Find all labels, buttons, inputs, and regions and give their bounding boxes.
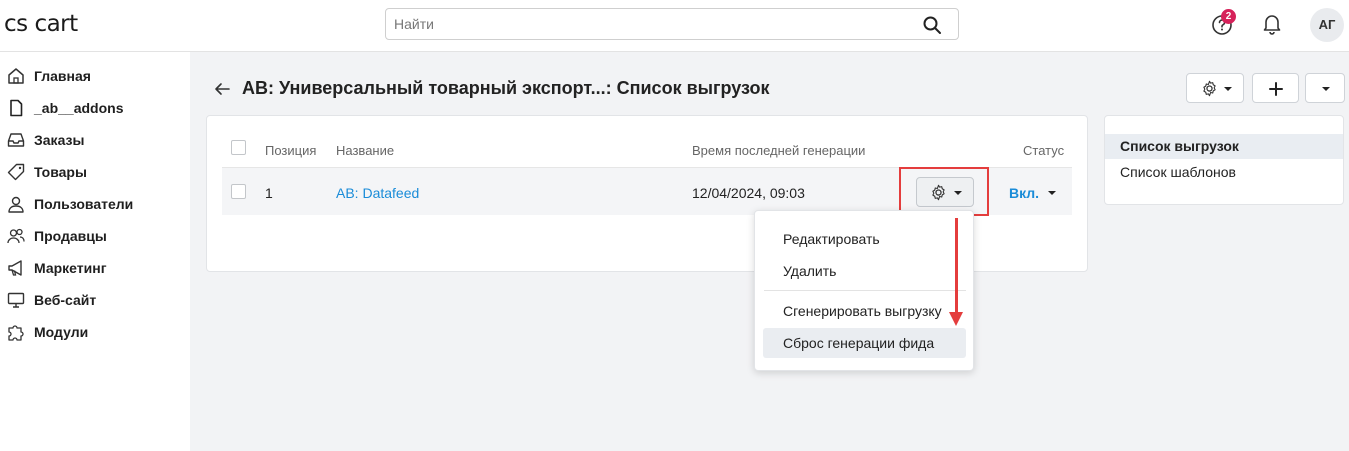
sidebar-item-label: Пользователи — [34, 196, 134, 212]
sidebar-item-website[interactable]: Веб-сайт — [0, 284, 190, 316]
sidebar-item-modules[interactable]: Модули — [0, 316, 190, 348]
megaphone-icon — [8, 260, 22, 276]
home-icon — [8, 68, 24, 84]
annotation-arrow-line — [955, 218, 958, 314]
gear-icon — [932, 184, 945, 201]
column-header-status[interactable]: Статус — [1023, 143, 1064, 158]
sidebar-item-label: Веб-сайт — [34, 292, 97, 308]
sidebar-item-users[interactable]: Пользователи — [0, 188, 190, 220]
status-caret-down-icon[interactable] — [1048, 191, 1056, 195]
sidebar-item-label: _ab__addons — [34, 100, 124, 116]
sidebar-item-label: Главная — [34, 68, 91, 84]
page-title: АВ: Универсальный товарный экспорт...: С… — [242, 78, 770, 98]
sidebar-item-vendors[interactable]: Продавцы — [0, 220, 190, 252]
row-checkbox[interactable] — [231, 184, 246, 199]
menu-item-delete[interactable]: Удалить — [783, 263, 836, 279]
monitor-icon — [7, 292, 25, 308]
row-name-link[interactable]: АВ: Datafeed — [336, 185, 419, 201]
caret-down-icon — [1322, 87, 1330, 91]
logo[interactable]: cs cart — [4, 11, 78, 37]
row-position: 1 — [265, 185, 273, 201]
top-bar: cs cart 2 АГ — [0, 0, 1349, 52]
plus-icon — [1269, 82, 1283, 96]
column-header-name[interactable]: Название — [336, 143, 394, 158]
more-dropdown-button[interactable] — [1305, 73, 1345, 103]
users-icon — [7, 228, 25, 244]
menu-divider — [764, 290, 966, 291]
search-input[interactable] — [386, 9, 906, 39]
select-all-checkbox[interactable] — [231, 140, 246, 155]
side-menu-item-exports[interactable]: Список выгрузок — [1120, 138, 1239, 154]
notification-count-badge: 2 — [1221, 9, 1236, 24]
sidebar-item-label: Продавцы — [34, 228, 107, 244]
side-menu-card — [1104, 115, 1344, 205]
menu-item-reset-feed-generation[interactable]: Сброс генерации фида — [783, 335, 934, 351]
tag-icon — [7, 163, 25, 181]
settings-menu-button[interactable] — [1186, 73, 1244, 103]
caret-down-icon — [1224, 87, 1232, 91]
sidebar-item-orders[interactable]: Заказы — [0, 124, 190, 156]
menu-item-edit[interactable]: Редактировать — [783, 231, 880, 247]
menu-item-generate-export[interactable]: Сгенерировать выгрузку — [783, 303, 942, 319]
sidebar-item-marketing[interactable]: Маркетинг — [0, 252, 190, 284]
sidebar-item-addons[interactable]: _ab__addons — [0, 92, 190, 124]
column-header-last-generation[interactable]: Время последней генерации — [692, 143, 865, 158]
sidebar-item-products[interactable]: Товары — [0, 156, 190, 188]
status-toggle[interactable]: Вкл. — [1009, 185, 1039, 201]
avatar[interactable]: АГ — [1310, 8, 1344, 42]
inbox-icon — [7, 133, 25, 147]
puzzle-icon — [8, 325, 24, 341]
caret-down-icon — [954, 191, 962, 195]
sidebar-item-label: Модули — [34, 324, 89, 340]
gear-icon — [1203, 80, 1216, 97]
row-actions-button[interactable] — [916, 177, 974, 207]
sidebar-item-label: Товары — [34, 164, 87, 180]
add-button[interactable] — [1252, 73, 1299, 103]
sidebar-item-label: Заказы — [34, 132, 85, 148]
file-icon — [10, 99, 23, 117]
column-header-position[interactable]: Позиция — [265, 143, 316, 158]
sidebar-item-label: Маркетинг — [34, 260, 107, 276]
user-icon — [8, 196, 24, 213]
annotation-arrow-head — [949, 312, 963, 326]
row-last-generation: 12/04/2024, 09:03 — [692, 185, 805, 201]
bell-icon[interactable] — [1262, 13, 1282, 35]
back-arrow-icon[interactable] — [213, 80, 231, 98]
search-box[interactable] — [385, 8, 959, 40]
search-icon[interactable] — [922, 15, 942, 35]
sidebar-item-home[interactable]: Главная — [0, 60, 190, 92]
side-menu-item-templates[interactable]: Список шаблонов — [1120, 164, 1236, 180]
